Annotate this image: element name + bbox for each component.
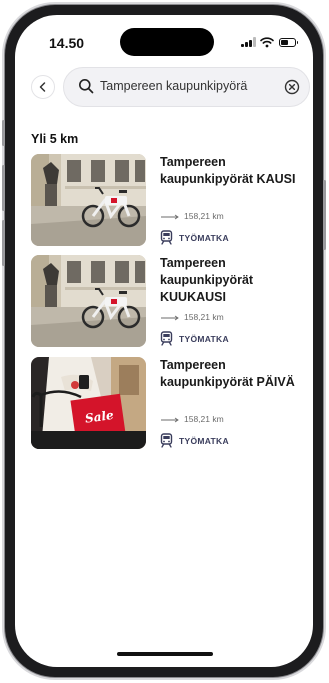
result-title[interactable]: Tampereen kaupunkipyörät KAUSI [160,154,300,188]
wifi-icon [260,37,274,48]
screen: 14.50 Tampereen kaupunkipyörä Yli 5 km T… [15,15,313,667]
result-distance: 158,21 km [160,414,224,424]
result-title[interactable]: Tampereen kaupunkipyörät KUUKAUSI [160,255,300,306]
result-distance-value: 158,21 km [184,414,224,424]
system-icons [241,37,301,51]
distance-arrow-icon [161,315,179,321]
search-input[interactable]: Tampereen kaupunkipyörä [100,79,247,93]
result-tag: TYÖMATKA [160,229,229,246]
result-distance: 158,21 km [160,312,224,322]
chevron-left-icon [39,82,46,92]
search-icon [79,79,94,94]
volume-down-button [2,220,5,266]
close-circle-icon[interactable] [284,79,300,95]
city-bike-photo [31,154,146,246]
distance-arrow-icon [161,214,179,220]
result-card[interactable]: Tampereen kaupunkipyörät KAUSI 158,21 km… [31,154,301,250]
train-icon [160,230,173,245]
result-tag-label: TYÖMATKA [179,435,229,446]
result-distance-value: 158,21 km [184,211,224,221]
battery-level [281,40,288,45]
dynamic-island [120,28,214,56]
train-icon [160,331,173,346]
back-button[interactable] [31,75,55,99]
result-distance: 158,21 km [160,211,224,221]
sale-bag-photo: Sale [31,357,146,449]
result-card[interactable]: Tampereen kaupunkipyörät KUUKAUSI 158,21… [31,255,301,351]
result-card[interactable]: Sale Tampereen kaupunkipyörät PÄIVÄ 158,… [31,357,301,453]
status-time: 14.50 [49,35,85,51]
power-button [323,180,326,250]
result-title[interactable]: Tampereen kaupunkipyörät PÄIVÄ [160,357,300,391]
search-bar[interactable]: Tampereen kaupunkipyörä [63,67,310,107]
signal-icon [241,37,256,47]
side-button [2,120,5,146]
distance-arrow-icon [161,417,179,423]
result-tag-label: TYÖMATKA [179,232,229,243]
result-distance-value: 158,21 km [184,312,224,322]
train-icon [160,433,173,448]
status-bar: 14.50 [15,15,313,61]
section-title: Yli 5 km [31,132,79,146]
phone-frame: 14.50 Tampereen kaupunkipyörä Yli 5 km T… [2,5,326,677]
home-indicator[interactable] [117,652,213,656]
result-tag: TYÖMATKA [160,432,229,449]
city-bike-photo [31,255,146,347]
result-tag: TYÖMATKA [160,330,229,347]
battery-icon [279,38,298,47]
result-tag-label: TYÖMATKA [179,333,229,344]
volume-up-button [2,165,5,211]
